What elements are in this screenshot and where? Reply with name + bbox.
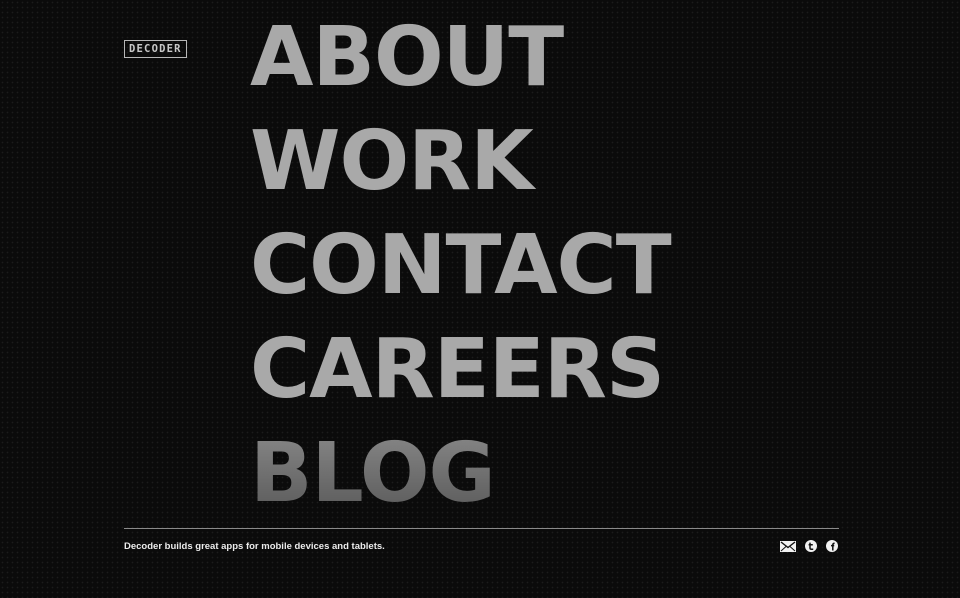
nav-item-careers[interactable]: CAREERS: [250, 318, 671, 422]
footer-divider: [124, 528, 839, 529]
decoder-logo[interactable]: DECODER: [124, 40, 187, 58]
social-links: [780, 539, 838, 553]
nav-item-contact[interactable]: CONTACT: [250, 214, 672, 318]
nav-item-about[interactable]: ABOUT: [250, 6, 671, 110]
mail-icon[interactable]: [780, 540, 796, 552]
nav-item-work[interactable]: WORK: [250, 110, 671, 214]
footer-tagline: Decoder builds great apps for mobile dev…: [124, 541, 385, 552]
nav-item-blog[interactable]: BLOG: [250, 422, 671, 526]
twitter-icon[interactable]: [805, 540, 817, 552]
facebook-icon[interactable]: [826, 540, 838, 552]
main-navigation: ABOUT WORK CONTACT CAREERS BLOG: [250, 6, 672, 526]
